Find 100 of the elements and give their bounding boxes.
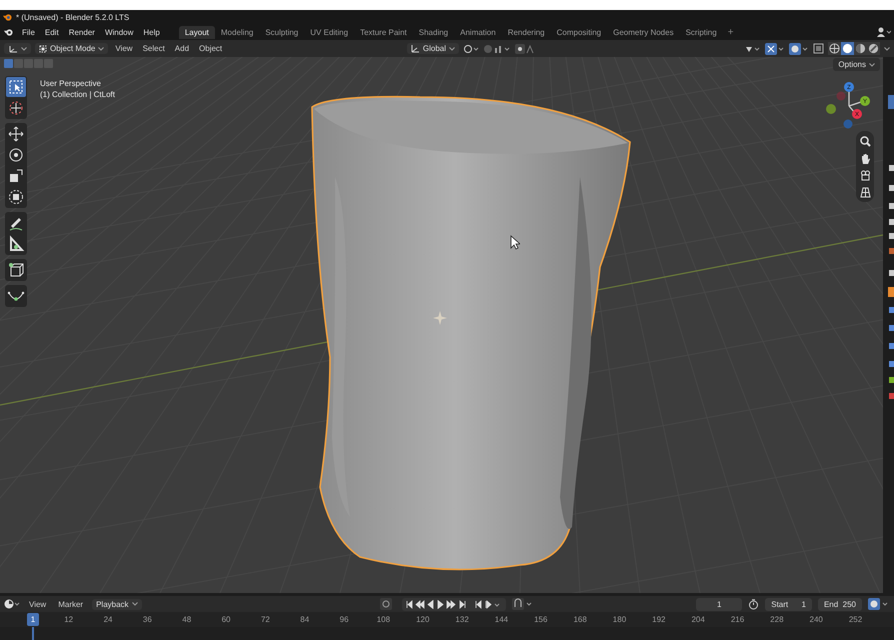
frame-number: 204	[690, 614, 706, 626]
frame-number: 12	[63, 614, 74, 626]
workspace-tab[interactable]: UV Editing	[304, 26, 354, 38]
playback-dropdown[interactable]: Playback	[92, 598, 142, 610]
shading-button[interactable]	[867, 42, 880, 55]
workspace-tab[interactable]: Compositing	[550, 26, 608, 38]
frame-number: 48	[181, 614, 192, 626]
tool-button[interactable]	[6, 124, 26, 144]
user-icon[interactable]	[877, 27, 891, 37]
chevron-icon	[449, 46, 455, 50]
chevron-icon	[869, 62, 875, 66]
frame-number: 120	[415, 614, 430, 626]
orientation-dropdown[interactable]: Global	[406, 43, 459, 54]
header-menu[interactable]: Add	[172, 44, 192, 53]
frame-number: 168	[572, 614, 588, 626]
chevron-icon	[132, 602, 138, 606]
frame-number: 228	[769, 614, 785, 626]
playhead[interactable]: 1	[27, 613, 39, 626]
overlay-toggle-icon[interactable]	[789, 42, 809, 54]
shading-button[interactable]	[841, 42, 854, 55]
zoom-button[interactable]	[858, 134, 872, 148]
chevron-icon	[21, 46, 27, 50]
workspace-tab[interactable]: Layout	[178, 26, 215, 38]
keying-icon[interactable]	[512, 598, 534, 610]
workspace-tab[interactable]: Scripting	[680, 26, 723, 38]
blender-logo-icon	[3, 12, 12, 22]
workspace-tab[interactable]: Rendering	[502, 26, 551, 38]
end-frame-field[interactable]: End 250	[818, 598, 862, 610]
menu-item[interactable]: File	[17, 28, 40, 36]
ruler-icon	[7, 235, 25, 253]
clock-icon[interactable]	[4, 599, 20, 609]
pivot-icon[interactable]	[463, 44, 479, 54]
current-frame-field[interactable]: 1	[696, 598, 742, 610]
cursor-target-icon	[7, 99, 25, 117]
camera-icon	[860, 170, 870, 180]
add-workspace-button[interactable]: +	[722, 26, 739, 38]
menu-item[interactable]: Edit	[40, 28, 64, 36]
header-menu[interactable]: View	[112, 44, 136, 53]
axes-icon	[8, 44, 18, 53]
tool-button[interactable]	[6, 187, 26, 207]
transform-icon	[7, 188, 25, 206]
workspace-tab[interactable]: Texture Paint	[354, 26, 413, 38]
zoom-icon	[860, 136, 870, 146]
frame-number: 192	[651, 614, 666, 626]
header-menu[interactable]: Object	[196, 44, 226, 53]
blender-logo-icon[interactable]	[3, 28, 14, 36]
shading-button[interactable]	[854, 42, 867, 55]
options-dropdown[interactable]: Options	[833, 58, 880, 71]
object-info: (1) Collection | CtLoft	[40, 90, 115, 99]
frame-number: 96	[338, 614, 350, 626]
sync-icon[interactable]	[868, 598, 890, 610]
gizmo-toggle-icon[interactable]	[765, 42, 785, 54]
window-title: * (Unsaved) - Blender 5.2.0 LTS	[16, 12, 130, 22]
workspace-tab[interactable]: Sculpting	[259, 26, 304, 38]
snap-icon[interactable]	[483, 44, 511, 54]
frame-number: 252	[848, 614, 864, 626]
frame-number: 144	[494, 614, 510, 626]
timeline-menu[interactable]: Marker	[55, 600, 86, 608]
menu-item[interactable]: Window	[100, 28, 138, 36]
frame-number: 72	[260, 614, 271, 626]
frame-number: 24	[102, 614, 114, 626]
shading-button[interactable]	[828, 42, 841, 55]
scale-icon	[7, 167, 25, 185]
frame-number: 216	[730, 614, 746, 626]
xray-icon[interactable]	[813, 43, 824, 54]
move-arrows-icon	[7, 125, 25, 143]
tool-button[interactable]	[6, 77, 26, 97]
grid-icon	[860, 186, 870, 198]
frame-number: 36	[142, 614, 153, 626]
stopwatch-icon[interactable]	[748, 598, 760, 610]
camera-button[interactable]	[858, 168, 872, 182]
playback-controls-drawing[interactable]	[406, 600, 502, 608]
frame-number: 180	[612, 614, 628, 626]
select-box-icon	[7, 78, 25, 96]
mouse-pointer-icon	[510, 235, 520, 250]
frame-number: 60	[220, 614, 232, 626]
hand-icon	[860, 152, 870, 164]
frame-number: 84	[299, 614, 310, 626]
workspace-tab[interactable]: Shading	[412, 26, 454, 38]
frame-number: 108	[376, 614, 392, 626]
object-icon	[39, 44, 47, 52]
frame-number: 156	[533, 614, 548, 626]
perspective-button[interactable]	[858, 185, 872, 199]
header-menu[interactable]: Select	[140, 44, 168, 53]
origin-icon	[433, 311, 447, 325]
frame-number: 132	[454, 614, 470, 626]
chevron-icon	[884, 46, 890, 50]
cube-icon	[7, 261, 25, 279]
menu-item[interactable]: Render	[64, 28, 100, 36]
workspace-tab[interactable]: Geometry Nodes	[607, 26, 680, 38]
chevron-icon	[98, 46, 104, 50]
view-name: User Perspective	[40, 79, 102, 88]
timeline-menu[interactable]: View	[26, 600, 50, 608]
workspace-tab[interactable]: Modeling	[214, 26, 260, 38]
start-frame-field[interactable]: Start 1	[765, 598, 812, 610]
editor-type-button[interactable]	[4, 43, 31, 54]
rotate-icon	[7, 146, 25, 164]
mode-dropdown[interactable]: Object Mode	[35, 43, 108, 54]
workspace-tab[interactable]: Animation	[454, 26, 502, 38]
menu-item[interactable]: Help	[138, 28, 165, 36]
